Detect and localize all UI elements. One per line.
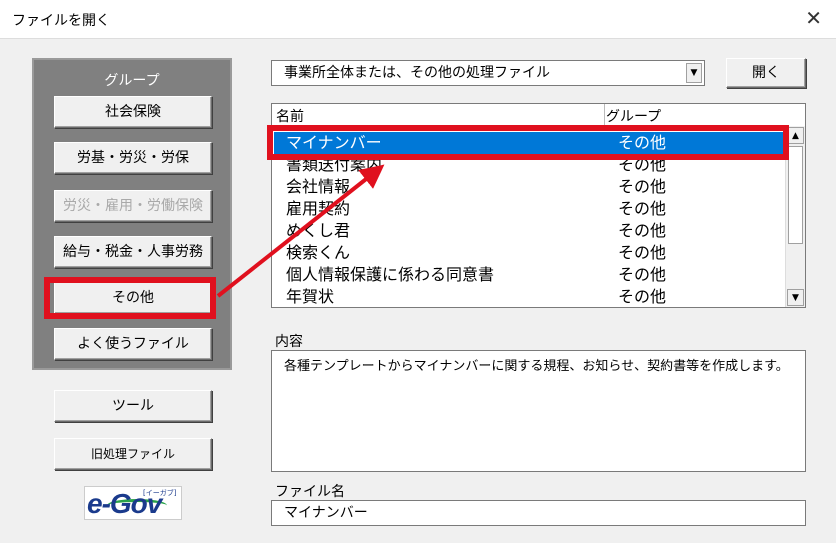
annotation-arrow-line	[216, 164, 385, 298]
annotation-arrow	[216, 164, 385, 298]
